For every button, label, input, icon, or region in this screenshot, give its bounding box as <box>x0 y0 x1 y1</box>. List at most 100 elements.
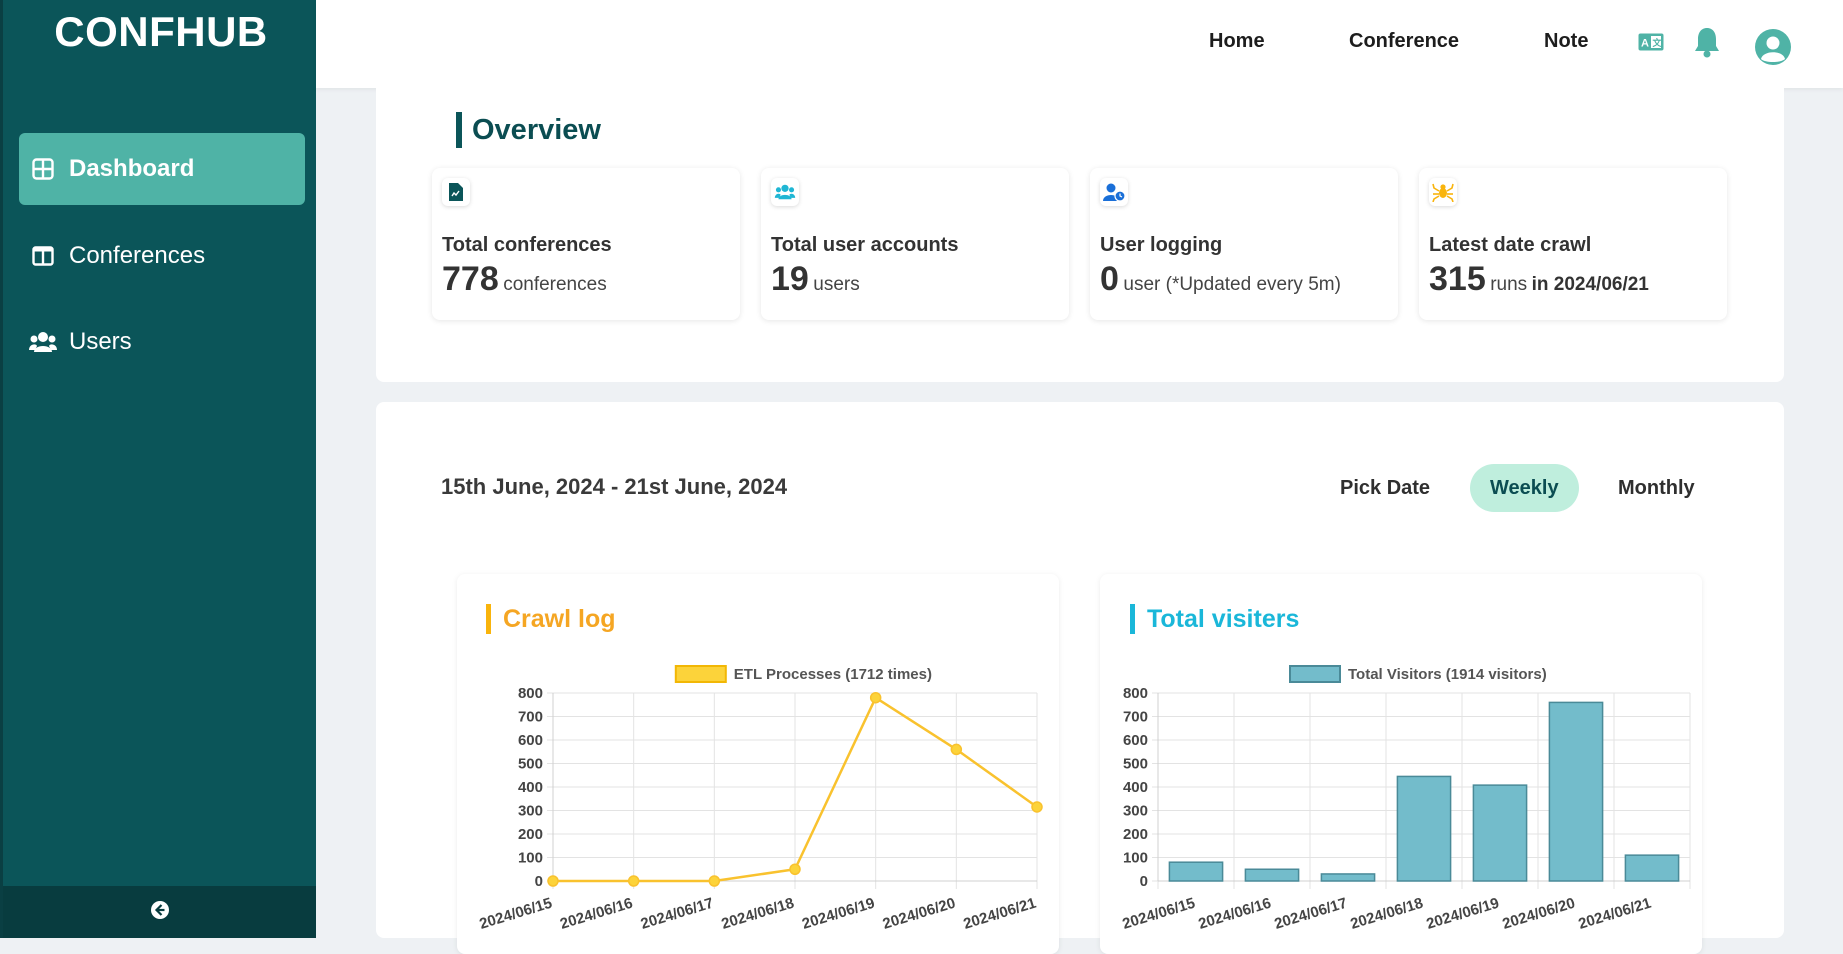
sidebar-item-label: Users <box>69 328 132 355</box>
y-tick-label: 100 <box>518 850 543 867</box>
bar <box>1396 775 1452 882</box>
y-tick-label: 200 <box>518 826 543 843</box>
y-tick-label: 800 <box>518 685 543 702</box>
x-tick-label: 2024/06/21 <box>1576 895 1653 933</box>
dashboard-grid-icon <box>29 155 57 183</box>
crawl-log-chart: ETL Processes (1712 times) 800 700 600 500 40… <box>477 665 1043 933</box>
stat-value-row: 315 runs in 2024/06/21 <box>1429 260 1649 299</box>
x-tick-label: 2024/06/17 <box>639 895 716 933</box>
x-tick-label: 2024/06/18 <box>719 895 796 933</box>
y-tick-label: 500 <box>518 756 543 773</box>
bar <box>1320 873 1376 882</box>
user-avatar-icon[interactable] <box>1754 28 1792 66</box>
nav-note-link[interactable]: Note <box>1544 30 1588 53</box>
sidebar-item-label: Dashboard <box>69 155 195 182</box>
spider-icon <box>1429 178 1457 206</box>
legend-label: Total Visitors (1914 visitors) <box>1348 666 1547 683</box>
y-tick-label: 300 <box>518 803 543 820</box>
legend-label: ETL Processes (1712 times) <box>734 666 932 683</box>
x-tick-label: 2024/06/20 <box>1500 895 1577 933</box>
stat-unit: user (*Updated every 5m) <box>1123 274 1341 295</box>
y-tick-label: 100 <box>1123 850 1148 867</box>
stat-unit: runs <box>1490 274 1528 295</box>
sidebar-footer <box>3 886 316 938</box>
top-header: Home Conference Note A文 <box>316 0 1843 88</box>
translate-icon[interactable]: A文 <box>1637 32 1665 52</box>
tab-weekly[interactable]: Weekly <box>1470 464 1579 512</box>
data-point <box>708 875 721 887</box>
y-tick-label: 400 <box>518 779 543 796</box>
y-tick-label: 0 <box>1140 873 1148 890</box>
x-tick-label: 2024/06/20 <box>881 895 958 933</box>
y-tick-label: 700 <box>518 709 543 726</box>
stat-value: 0 <box>1100 260 1119 298</box>
nav-conference-link[interactable]: Conference <box>1349 30 1459 53</box>
brand-logo: CONFHUB <box>54 8 268 55</box>
data-point <box>789 863 801 875</box>
users-icon <box>771 178 799 206</box>
data-point <box>627 875 640 887</box>
y-tick-label: 700 <box>1123 709 1148 726</box>
legend-swatch <box>1289 665 1341 683</box>
stat-unit: users <box>813 274 860 295</box>
bar <box>1472 784 1528 882</box>
overview-title: Overview <box>456 112 601 148</box>
bar <box>1244 868 1300 882</box>
svg-text:A: A <box>1641 38 1649 50</box>
sidebar-item-label: Conferences <box>69 242 206 269</box>
user-clock-icon <box>1100 178 1128 206</box>
x-tick-label: 2024/06/15 <box>1120 895 1197 933</box>
y-tick-label: 600 <box>518 732 543 749</box>
stat-total-conferences: Total conferences 778 conferences <box>432 168 740 320</box>
bar <box>1168 861 1224 882</box>
sidebar-item-users[interactable]: Users <box>19 306 305 378</box>
stat-latest-crawl: Latest date crawl 315 runs in 2024/06/21 <box>1419 168 1727 320</box>
columns-icon <box>29 242 57 270</box>
date-range-label: 15th June, 2024 - 21st June, 2024 <box>441 474 788 499</box>
stat-unit: conferences <box>503 274 607 295</box>
stat-value: 315 <box>1429 260 1486 298</box>
stat-user-logging: User logging 0 user (*Updated every 5m) <box>1090 168 1398 320</box>
sidebar: CONFHUB Dashboard Conferences Users <box>0 0 316 938</box>
bell-icon[interactable] <box>1692 26 1722 58</box>
file-chart-icon <box>442 178 470 206</box>
x-tick-label: 2024/06/15 <box>477 895 554 933</box>
stat-label: Latest date crawl <box>1429 234 1592 256</box>
y-tick-label: 500 <box>1123 756 1148 773</box>
stat-value: 778 <box>442 260 499 298</box>
sidebar-item-conferences[interactable]: Conferences <box>19 220 305 292</box>
x-tick-label: 2024/06/19 <box>1424 895 1501 933</box>
y-tick-label: 0 <box>535 873 543 890</box>
data-point <box>950 743 963 756</box>
x-tick-label: 2024/06/18 <box>1348 895 1425 933</box>
data-point <box>1031 801 1043 813</box>
sidebar-item-dashboard[interactable]: Dashboard <box>19 133 305 205</box>
nav-home-link[interactable]: Home <box>1209 30 1265 53</box>
y-tick-label: 300 <box>1123 803 1148 820</box>
y-tick-label: 200 <box>1123 826 1148 843</box>
svg-text:文: 文 <box>1652 37 1663 48</box>
arrow-left-circle-icon[interactable] <box>150 900 170 925</box>
bar <box>1624 854 1680 882</box>
total-visitors-chart: Total Visitors (1914 visitors) 800 700 600 5… <box>1120 665 1691 933</box>
stat-extra: in 2024/06/21 <box>1531 274 1649 295</box>
x-tick-label: 2024/06/21 <box>961 895 1038 933</box>
x-tick-label: 2024/06/16 <box>1196 895 1273 933</box>
total-visitors-title: Total visiters <box>1130 604 1299 634</box>
stat-label: Total user accounts <box>771 234 959 256</box>
stat-value-row: 0 user (*Updated every 5m) <box>1100 260 1341 299</box>
tab-monthly[interactable]: Monthly <box>1598 464 1715 512</box>
tab-pick-date[interactable]: Pick Date <box>1320 464 1450 512</box>
x-tick-label: 2024/06/19 <box>800 895 877 933</box>
stat-total-users: Total user accounts 19 users <box>761 168 1069 320</box>
stat-value-row: 778 conferences <box>442 260 607 299</box>
bar <box>1548 701 1604 882</box>
y-tick-label: 400 <box>1123 779 1148 796</box>
stat-label: User logging <box>1100 234 1223 256</box>
stat-value-row: 19 users <box>771 260 860 299</box>
data-point <box>547 875 559 887</box>
x-tick-label: 2024/06/16 <box>558 895 635 933</box>
users-icon <box>29 328 57 356</box>
stat-value: 19 <box>771 260 809 298</box>
y-tick-label: 600 <box>1123 732 1148 749</box>
